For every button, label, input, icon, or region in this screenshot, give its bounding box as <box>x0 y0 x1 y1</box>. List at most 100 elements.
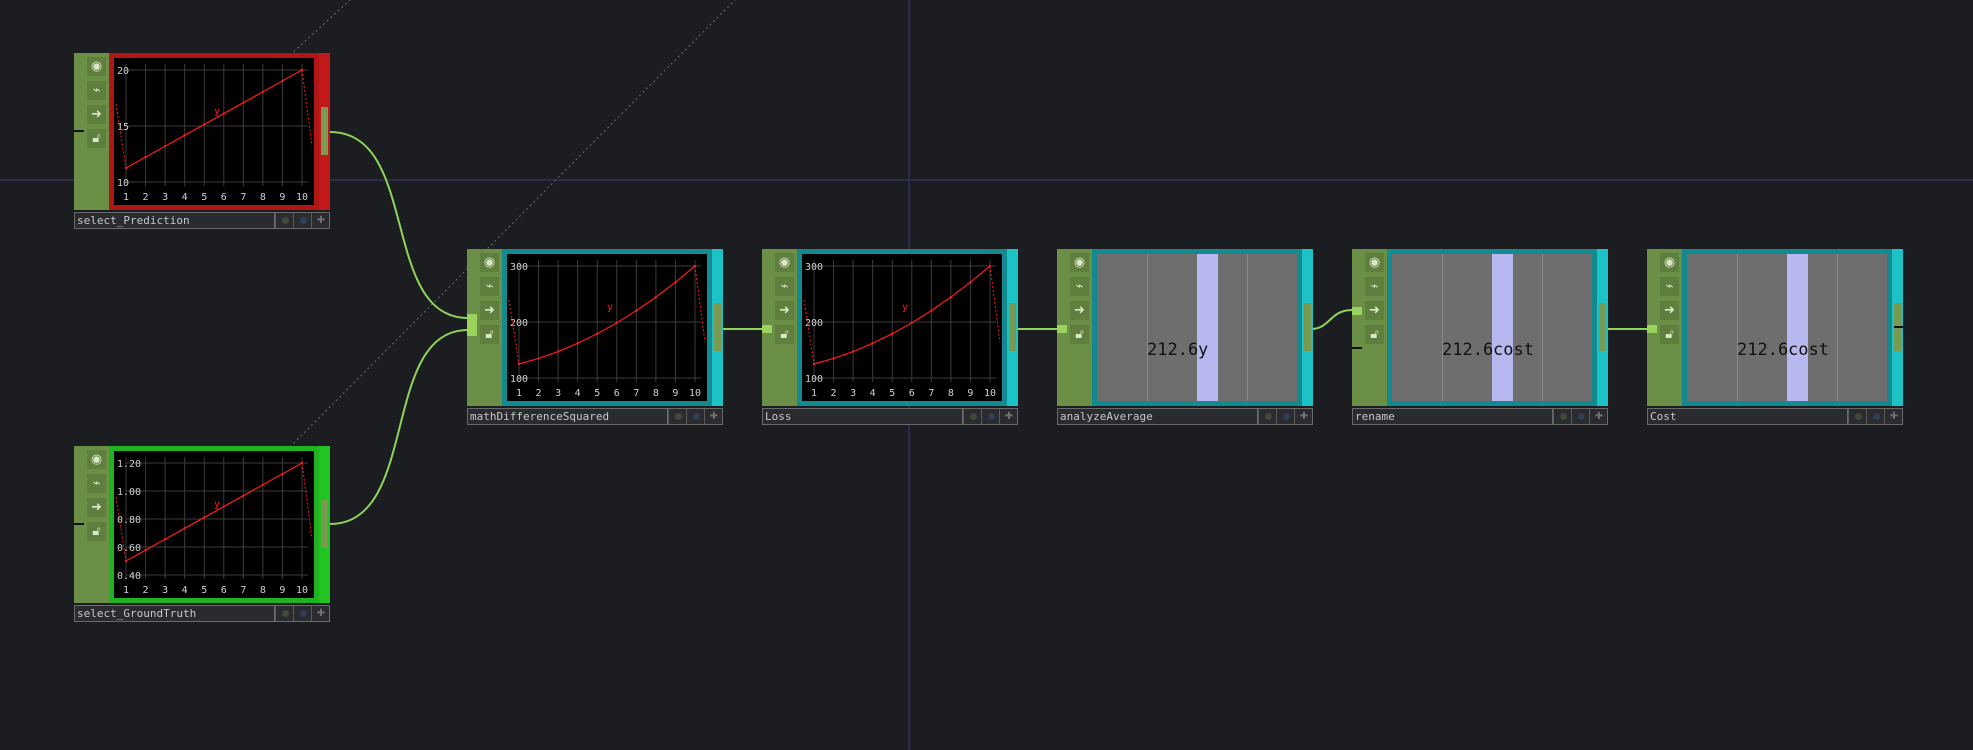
channel-name: y <box>1198 340 1209 360</box>
sample-point <box>183 134 186 137</box>
node-rename[interactable]: ◉ ⌁ ➜ 🔓︎ 212.6 cost <box>1352 249 1608 406</box>
x-tick-label: 1 <box>123 192 129 203</box>
bypass-dot-icon[interactable] <box>1848 409 1867 424</box>
x-tick-label: 10 <box>689 388 701 399</box>
bypass-dot-icon[interactable] <box>275 606 294 621</box>
x-tick-label: 10 <box>296 585 308 596</box>
lock-icon[interactable]: 🔓︎ <box>1660 325 1679 344</box>
node-math-difference-squared[interactable]: ◉ ⌁ ➜ 🔓︎ 1 2 3 4 5 6 7 8 9 10 300 200 100 y <box>467 249 723 406</box>
chop-viewer: 1 2 3 4 5 6 7 8 9 10 20 15 10 y <box>109 53 319 210</box>
lock-icon[interactable]: 🔓︎ <box>480 325 499 344</box>
y-tick-label: 1.00 <box>117 487 141 498</box>
viewer-toggle-icon[interactable]: ◉ <box>87 450 106 469</box>
arrow-right-icon[interactable]: ➜ <box>775 301 794 320</box>
display-dot-icon[interactable] <box>1276 409 1295 424</box>
arrow-right-icon[interactable]: ➜ <box>87 105 106 124</box>
node-name[interactable]: Loss <box>763 409 963 424</box>
value-viewer: 212.6 cost <box>1387 249 1597 406</box>
sample-point <box>163 538 167 541</box>
viewer-toggle-icon[interactable]: ◉ <box>775 253 794 272</box>
bypass-dot-icon[interactable] <box>275 213 294 228</box>
display-dot-icon[interactable] <box>1866 409 1885 424</box>
node-name[interactable]: mathDifferenceSquared <box>468 409 668 424</box>
viewer-toggle-icon[interactable]: ◉ <box>480 253 499 272</box>
arrow-right-icon[interactable]: ➜ <box>87 498 106 517</box>
bypass-dot-icon[interactable] <box>963 409 982 424</box>
graph-icon[interactable]: ⌁ <box>1070 277 1089 296</box>
arrow-right-icon[interactable]: ➜ <box>480 301 499 320</box>
channel-name: cost <box>1493 340 1534 360</box>
y-tick-label: 15 <box>117 122 129 133</box>
output-port[interactable] <box>1007 249 1018 406</box>
x-tick-label: 3 <box>162 192 168 203</box>
node-bar-math-difference-squared: mathDifferenceSquared ✚ <box>467 408 723 425</box>
pin-plus-icon[interactable]: ✚ <box>311 213 330 228</box>
pin-plus-icon[interactable]: ✚ <box>1884 409 1903 424</box>
lock-icon[interactable]: 🔓︎ <box>87 129 106 148</box>
bypass-dot-icon[interactable] <box>1553 409 1572 424</box>
node-select-groundtruth[interactable]: ◉ ⌁ ➜ 🔓︎ 1 2 3 4 5 6 7 8 9 10 1.20 1.00 0.80 0.60 0.40… <box>74 446 330 603</box>
node-analyze-average[interactable]: ◉ ⌁ ➜ 🔓︎ 212.6 y <box>1057 249 1313 406</box>
pin-plus-icon[interactable]: ✚ <box>1589 409 1608 424</box>
pin-plus-icon[interactable]: ✚ <box>704 409 723 424</box>
pin-plus-icon[interactable]: ✚ <box>1294 409 1313 424</box>
node-name[interactable]: select_Prediction <box>75 213 275 228</box>
y-tick-label: 200 <box>510 318 528 329</box>
display-dot-icon[interactable] <box>686 409 705 424</box>
y-tick-label: 100 <box>510 374 528 385</box>
sample-point <box>615 321 618 325</box>
channel-plot: 1 2 3 4 5 6 7 8 9 10 300 200 100 y <box>803 260 1001 399</box>
output-port[interactable] <box>319 53 330 210</box>
node-name[interactable]: rename <box>1353 409 1553 424</box>
graph-icon[interactable]: ⌁ <box>87 474 106 493</box>
bypass-dot-icon[interactable] <box>1258 409 1277 424</box>
display-dot-icon[interactable] <box>981 409 1000 424</box>
pin-plus-icon[interactable]: ✚ <box>311 606 330 621</box>
value-readout: 212.6 <box>1442 340 1494 360</box>
output-port[interactable] <box>1302 249 1313 406</box>
y-tick-label: 1.20 <box>117 459 141 470</box>
arrow-right-icon[interactable]: ➜ <box>1070 301 1089 320</box>
viewer-toggle-icon[interactable]: ◉ <box>1365 253 1384 272</box>
node-name[interactable]: select_GroundTruth <box>75 606 275 621</box>
x-tick-label: 2 <box>143 585 149 596</box>
sample-point <box>261 90 265 93</box>
graph-icon[interactable]: ⌁ <box>87 81 106 100</box>
graph-icon[interactable]: ⌁ <box>480 277 499 296</box>
node-select-prediction[interactable]: ◉ ⌁ ➜ 🔓︎ 1 2 3 4 5 6 7 8 9 10 20 15 10 y <box>74 53 330 210</box>
node-name[interactable]: analyzeAverage <box>1058 409 1258 424</box>
lock-icon[interactable]: 🔓︎ <box>775 325 794 344</box>
sample-point <box>222 505 225 508</box>
arrow-right-icon[interactable]: ➜ <box>1660 301 1679 320</box>
lock-icon[interactable]: 🔓︎ <box>1365 325 1384 344</box>
output-port[interactable] <box>319 446 330 603</box>
sample-point <box>930 309 933 312</box>
output-port[interactable] <box>1892 249 1903 406</box>
sample-point <box>654 295 658 299</box>
output-port[interactable] <box>1597 249 1608 406</box>
lock-icon[interactable]: 🔓︎ <box>1070 325 1089 344</box>
graph-icon[interactable]: ⌁ <box>775 277 794 296</box>
channel-label: y <box>607 302 613 313</box>
output-port[interactable] <box>712 249 723 406</box>
graph-icon[interactable]: ⌁ <box>1365 277 1384 296</box>
value-highlight <box>1787 254 1808 401</box>
sample-point <box>261 483 265 486</box>
graph-icon[interactable]: ⌁ <box>1660 277 1679 296</box>
chop-viewer: 1 2 3 4 5 6 7 8 9 10 300 200 100 y <box>502 249 712 406</box>
lock-icon[interactable]: 🔓︎ <box>87 522 106 541</box>
viewer-toggle-icon[interactable]: ◉ <box>1070 253 1089 272</box>
display-dot-icon[interactable] <box>1571 409 1590 424</box>
x-tick-label: 4 <box>575 388 581 399</box>
display-dot-icon[interactable] <box>293 213 312 228</box>
bypass-dot-icon[interactable] <box>668 409 687 424</box>
pin-plus-icon[interactable]: ✚ <box>999 409 1018 424</box>
viewer-toggle-icon[interactable]: ◉ <box>87 57 106 76</box>
node-name[interactable]: Cost <box>1648 409 1848 424</box>
arrow-right-icon[interactable]: ➜ <box>1365 301 1384 320</box>
display-dot-icon[interactable] <box>293 606 312 621</box>
node-loss[interactable]: ◉ ⌁ ➜ 🔓︎ 1 2 3 4 5 6 7 8 9 10 300 200 100 y <box>762 249 1018 406</box>
x-tick-label: 6 <box>221 585 227 596</box>
node-cost[interactable]: ◉ ⌁ ➜ 🔓︎ 212.6 cost <box>1647 249 1903 406</box>
viewer-toggle-icon[interactable]: ◉ <box>1660 253 1679 272</box>
